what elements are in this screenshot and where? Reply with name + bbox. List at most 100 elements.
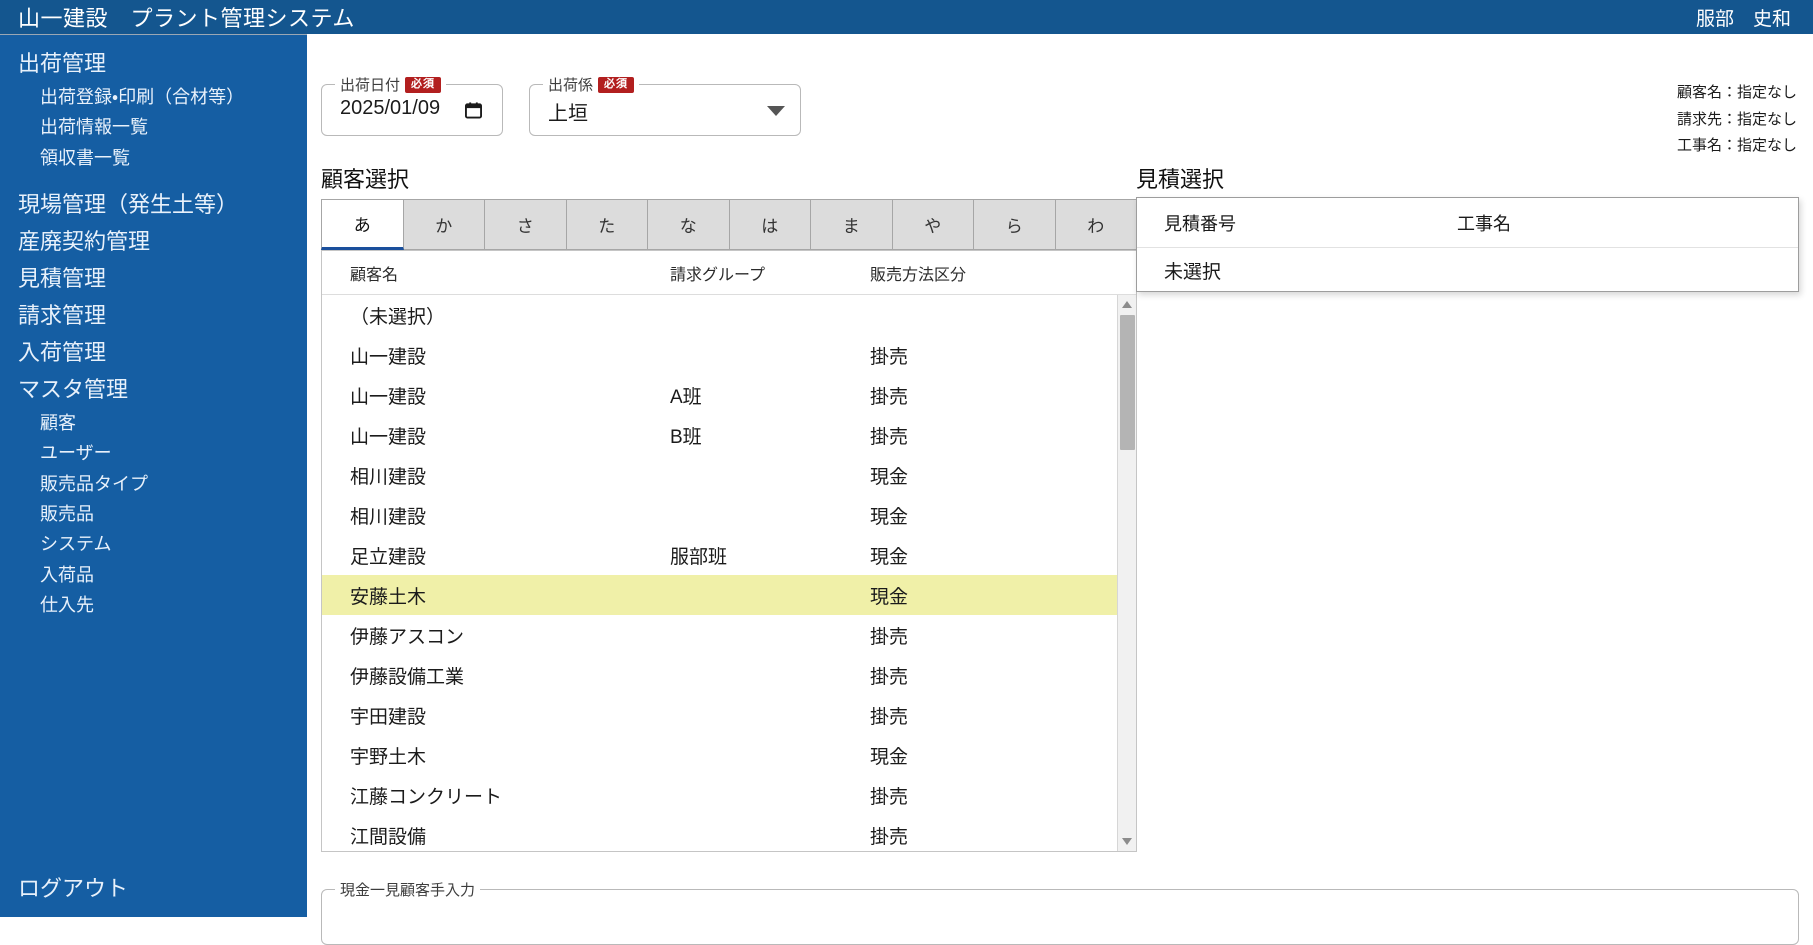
- ship-date-value[interactable]: 2025/01/09: [340, 97, 440, 120]
- sidebar-item-6-2[interactable]: 販売品タイプ: [0, 469, 307, 499]
- kana-tab-た[interactable]: た: [566, 199, 648, 250]
- summary-billing: 請求先：指定なし: [1676, 110, 1797, 128]
- table-row[interactable]: 江間設備 掛売: [322, 815, 1136, 851]
- sidebar-group-4[interactable]: 請求管理: [0, 297, 307, 334]
- sidebar-item-6-5[interactable]: 入荷品: [0, 560, 307, 590]
- sidebar-item-6-0[interactable]: 顧客: [0, 408, 307, 438]
- cell-customer-name: 山一建設: [350, 346, 427, 368]
- table-row[interactable]: 山一建設 掛売: [322, 335, 1136, 375]
- col-header-sales-method: 販売方法区分: [870, 266, 967, 284]
- app-title: 山一建設 プラント管理システム: [18, 6, 355, 31]
- cell-sales-method: 掛売: [870, 706, 909, 728]
- col-header-quote-number: 見積番号: [1164, 213, 1236, 234]
- col-header-customer-name: 顧客名: [350, 266, 399, 284]
- cell-billing-group: 服部班: [670, 546, 728, 568]
- cell-customer-name: 足立建設: [350, 546, 427, 568]
- cell-customer-name: 江藤コンクリート: [350, 786, 503, 808]
- sidebar-item-0-1[interactable]: 出荷情報一覧: [0, 112, 307, 142]
- table-row[interactable]: 相川建設 現金: [322, 495, 1136, 535]
- cash-input-legend: 現金一見顧客手入力: [335, 879, 481, 900]
- required-badge: 必須: [598, 76, 635, 93]
- sidebar-item-6-1[interactable]: ユーザー: [0, 438, 307, 468]
- kana-tab-ら[interactable]: ら: [974, 199, 1056, 250]
- ship-clerk-value[interactable]: 上垣: [548, 97, 588, 126]
- quote-number-cell: 未選択: [1164, 261, 1222, 283]
- cell-sales-method: 現金: [870, 586, 909, 608]
- table-row[interactable]: 江藤コンクリート 掛売: [322, 775, 1136, 815]
- kana-tab-か[interactable]: か: [403, 199, 485, 250]
- col-header-billing-group: 請求グループ: [670, 266, 766, 284]
- scroll-up-icon[interactable]: [1122, 301, 1132, 308]
- kana-tab-な[interactable]: な: [648, 199, 730, 250]
- cell-sales-method: 掛売: [870, 786, 909, 808]
- table-row[interactable]: 宇田建設 掛売: [322, 695, 1136, 735]
- sidebar-group-3[interactable]: 見積管理: [0, 260, 307, 297]
- chevron-down-icon[interactable]: [767, 106, 785, 116]
- logout-button[interactable]: ログアウト: [18, 871, 128, 903]
- kana-tab-ま[interactable]: ま: [811, 199, 893, 250]
- ship-date-legend: 出荷日付 必須: [335, 74, 447, 95]
- table-row[interactable]: （未選択）: [322, 295, 1136, 335]
- cell-customer-name: （未選択）: [350, 306, 446, 328]
- sidebar-group-6[interactable]: マスタ管理: [0, 371, 307, 408]
- table-row[interactable]: 宇野土木 現金: [322, 735, 1136, 775]
- customer-section-title: 顧客選択: [321, 167, 410, 192]
- summary-customer: 顧客名：指定なし: [1676, 84, 1797, 101]
- sidebar-item-0-2[interactable]: 領収書一覧: [0, 143, 307, 173]
- table-row[interactable]: 山一建設 A班 掛売: [322, 375, 1136, 415]
- quote-table-row[interactable]: 未選択: [1137, 248, 1798, 292]
- sidebar-item-6-3[interactable]: 販売品: [0, 499, 307, 529]
- ship-date-label: 出荷日付: [340, 77, 401, 94]
- col-header-work-name: 工事名: [1457, 213, 1511, 234]
- cell-sales-method: 掛売: [870, 346, 909, 368]
- cell-sales-method: 掛売: [870, 626, 909, 648]
- required-badge: 必須: [405, 76, 442, 93]
- calendar-icon[interactable]: [465, 101, 482, 119]
- cell-billing-group: A班: [670, 386, 702, 408]
- selection-summary: 顧客名：指定なし 請求先：指定なし 工事名：指定なし: [1677, 80, 1797, 160]
- cell-customer-name: 宇田建設: [350, 706, 427, 728]
- ship-date-field[interactable]: 出荷日付 必須 2025/01/09: [321, 74, 503, 136]
- sidebar-item-6-6[interactable]: 仕入先: [0, 590, 307, 620]
- kana-tab-や[interactable]: や: [892, 199, 974, 250]
- quote-section-title: 見積選択: [1136, 167, 1225, 192]
- sidebar-group-2[interactable]: 産廃契約管理: [0, 223, 307, 260]
- current-user-name[interactable]: 服部 史和: [1696, 4, 1791, 31]
- customer-table-body: （未選択） 山一建設 掛売 山一建設 A班 掛売 山一建設 B班 掛売 相川建設 現金 相川建設 現金足…: [322, 295, 1136, 851]
- kana-tab-は[interactable]: は: [729, 199, 811, 250]
- table-row[interactable]: 山一建設 B班 掛売: [322, 415, 1136, 455]
- sidebar-group-5[interactable]: 入荷管理: [0, 334, 307, 371]
- sidebar-nav: 出荷管理 出荷登録・印刷（合材等） 出荷情報一覧 領収書一覧現場管理（発生土等） 産廃契…: [0, 34, 307, 917]
- cash-customer-manual-input-field[interactable]: 現金一見顧客手入力: [321, 879, 1799, 945]
- table-row[interactable]: 足立建設 服部班 現金: [322, 535, 1136, 575]
- cell-customer-name: 宇野土木: [350, 746, 427, 768]
- table-row[interactable]: 伊藤設備工業 掛売: [322, 655, 1136, 695]
- app-header: 山一建設 プラント管理システム 服部 史和: [0, 0, 1813, 34]
- cell-sales-method: 現金: [870, 466, 909, 488]
- kana-tab-あ[interactable]: あ: [321, 199, 404, 250]
- customer-table: 顧客名 請求グループ 販売方法区分 （未選択） 山一建設 掛売 山一建設 A班 掛売 山一建…: [321, 251, 1137, 852]
- table-row[interactable]: 伊藤アスコン 掛売: [322, 615, 1136, 655]
- sidebar-item-0-0[interactable]: 出荷登録・印刷（合材等）: [0, 82, 307, 112]
- customer-table-scrollbar[interactable]: [1117, 295, 1136, 851]
- cell-customer-name: 相川建設: [350, 506, 427, 528]
- sidebar-group-1[interactable]: 現場管理（発生土等）: [0, 186, 307, 223]
- scrollbar-thumb[interactable]: [1120, 315, 1135, 450]
- ship-clerk-legend: 出荷係 必須: [543, 74, 640, 95]
- customer-table-header: 顧客名 請求グループ 販売方法区分: [322, 251, 1136, 295]
- cell-sales-method: 掛売: [870, 826, 909, 848]
- scroll-down-icon[interactable]: [1122, 838, 1132, 845]
- sidebar-item-6-4[interactable]: システム: [0, 529, 307, 559]
- table-row[interactable]: 相川建設 現金: [322, 455, 1136, 495]
- ship-clerk-field[interactable]: 出荷係 必須 上垣: [529, 74, 801, 136]
- kana-tab-さ[interactable]: さ: [485, 199, 567, 250]
- kana-tab-bar: あかさたなはまやらわ: [321, 199, 1137, 251]
- ship-clerk-label: 出荷係: [548, 77, 594, 94]
- sidebar-group-0[interactable]: 出荷管理: [0, 45, 307, 82]
- table-row[interactable]: 安藤土木 現金: [322, 575, 1136, 615]
- kana-tab-わ[interactable]: わ: [1055, 199, 1137, 250]
- cell-sales-method: 掛売: [870, 666, 909, 688]
- cell-customer-name: 伊藤アスコン: [350, 626, 465, 648]
